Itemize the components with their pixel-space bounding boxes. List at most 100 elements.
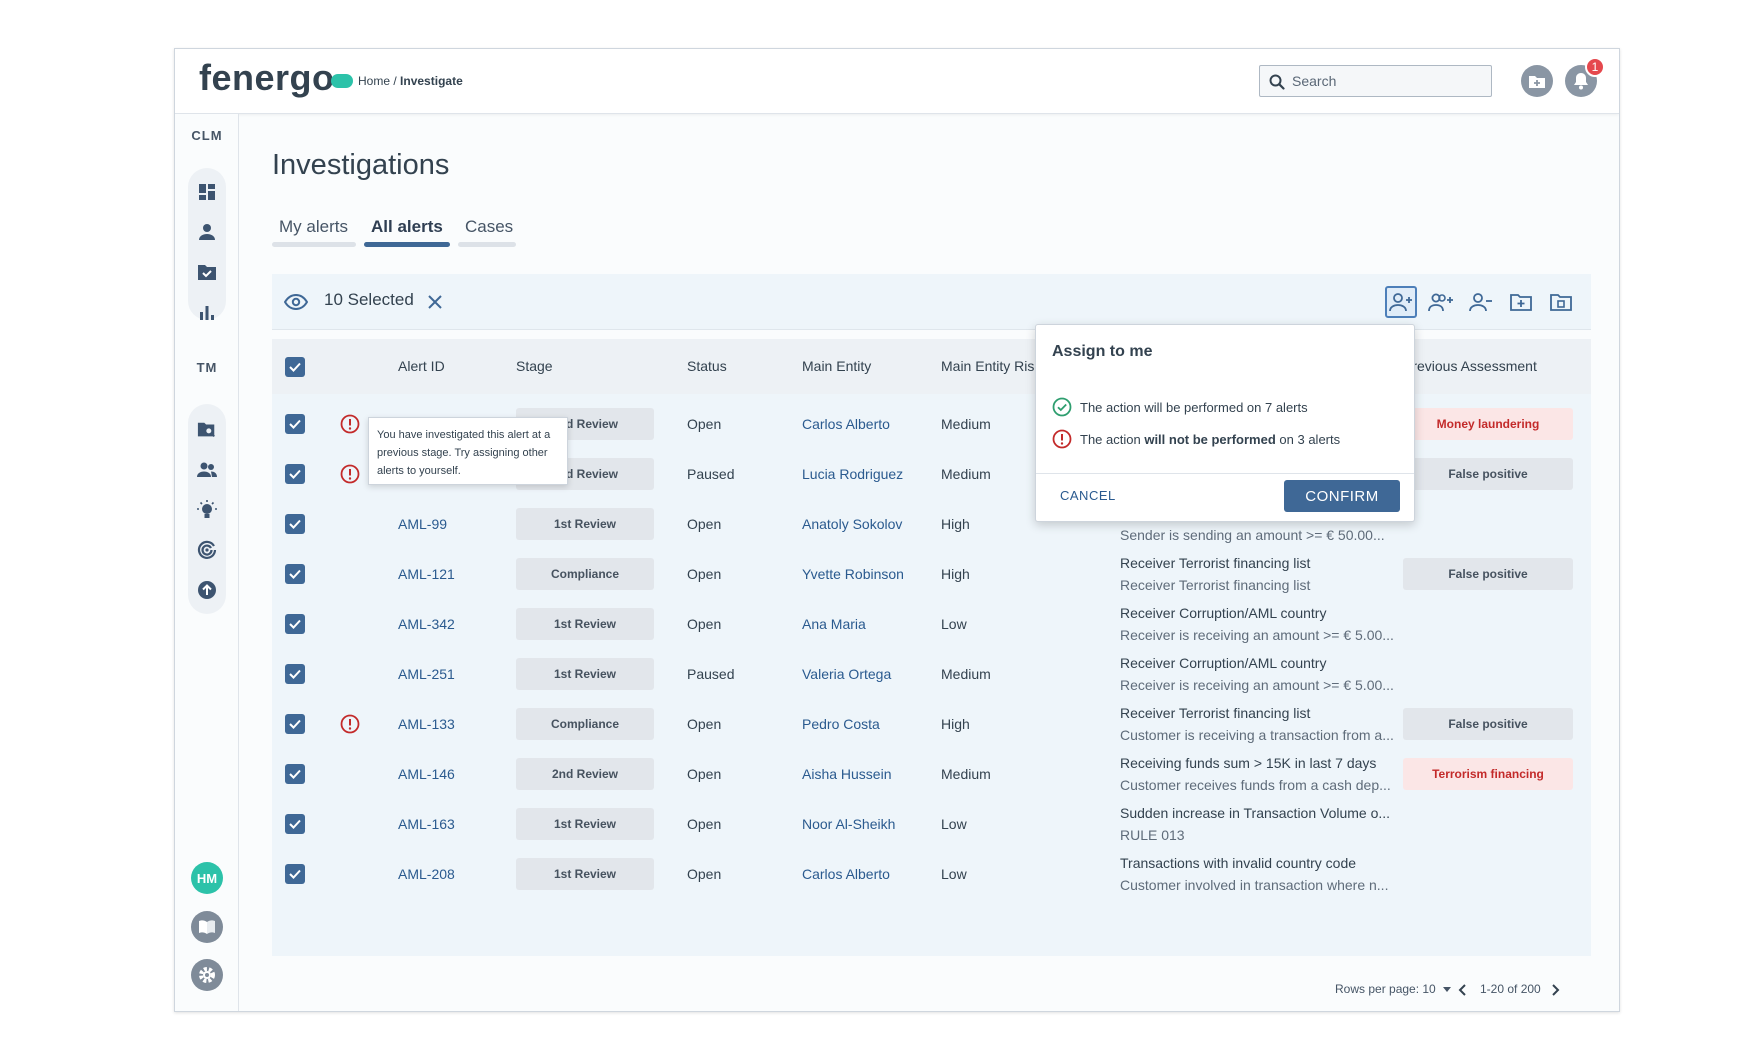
- row-checkbox[interactable]: [285, 514, 305, 534]
- add-to-case-button[interactable]: [1545, 286, 1577, 318]
- cancel-button[interactable]: CANCEL: [1060, 488, 1116, 503]
- breadcrumb-home[interactable]: Home: [358, 74, 390, 88]
- check-icon: [289, 469, 301, 479]
- error-circle-icon: [1052, 429, 1072, 449]
- help-book-button[interactable]: [191, 911, 223, 943]
- check-icon: [289, 519, 301, 529]
- unassign-button[interactable]: [1465, 286, 1497, 318]
- main-entity-link[interactable]: Noor Al-Sheikh: [802, 816, 895, 832]
- user-avatar[interactable]: HM: [191, 862, 223, 894]
- column-header-main-entity-risk[interactable]: Main Entity Ris: [941, 358, 1034, 374]
- lightbulb-icon[interactable]: [197, 500, 217, 520]
- status-text: Paused: [687, 466, 735, 482]
- confirm-button[interactable]: CONFIRM: [1284, 480, 1400, 512]
- alert-id-link[interactable]: AML-121: [398, 566, 455, 582]
- fenergo-logo[interactable]: fenergo: [199, 57, 353, 99]
- row-checkbox[interactable]: [285, 764, 305, 784]
- folder-add-icon: [1510, 294, 1532, 311]
- warning-icon[interactable]: [340, 414, 360, 434]
- sidebar: CLM TM HM: [175, 114, 239, 1011]
- notifications-button[interactable]: 1: [1565, 57, 1605, 97]
- alert-id-link[interactable]: AML-251: [398, 666, 455, 682]
- row-checkbox[interactable]: [285, 464, 305, 484]
- main-entity-link[interactable]: Anatoly Sokolov: [802, 516, 902, 532]
- scenario-description: Receiver Terrorist financing list: [1120, 577, 1311, 593]
- alert-id-link[interactable]: AML-133: [398, 716, 455, 732]
- table-row[interactable]: AML-163 1st Review Open Noor Al-Sheikh Low Su…: [272, 799, 1591, 855]
- assign-to-me-button[interactable]: [1385, 286, 1417, 318]
- row-checkbox[interactable]: [285, 814, 305, 834]
- main-entity-link[interactable]: Valeria Ortega: [802, 666, 891, 682]
- table-row[interactable]: AML-133 Compliance Open Pedro Costa High Rece…: [272, 699, 1591, 755]
- tab-all-alerts-indicator: [364, 242, 450, 247]
- scenario-title: Receiver Corruption/AML country: [1120, 605, 1327, 621]
- table-row[interactable]: AML-208 1st Review Open Carlos Alberto Low Tr…: [272, 849, 1591, 905]
- row-checkbox[interactable]: [285, 664, 305, 684]
- folder-search-icon[interactable]: [197, 420, 217, 440]
- table-row[interactable]: AML-342 1st Review Open Ana Maria Low Receive…: [272, 599, 1591, 655]
- investigated-tooltip: You have investigated this alert at a pr…: [368, 417, 568, 485]
- sidebar-section-clm: CLM: [191, 128, 223, 143]
- scenario-title: Receiver Terrorist financing list: [1120, 555, 1311, 571]
- bar-chart-icon[interactable]: [197, 302, 217, 322]
- row-checkbox[interactable]: [285, 614, 305, 634]
- main-entity-link[interactable]: Yvette Robinson: [802, 566, 904, 582]
- table-row[interactable]: AML-121 Compliance Open Yvette Robinson High…: [272, 549, 1591, 605]
- prev-page-chevron-icon[interactable]: [1458, 984, 1466, 996]
- tab-my-alerts[interactable]: My alerts: [279, 217, 348, 237]
- main-entity-link[interactable]: Lucia Rodriguez: [802, 466, 903, 482]
- clear-selection-close-icon[interactable]: [428, 295, 442, 309]
- folder-move-icon: [1550, 294, 1572, 311]
- check-circle-icon: [1052, 397, 1072, 417]
- upload-icon[interactable]: [197, 580, 217, 600]
- assign-to-user-button[interactable]: [1425, 286, 1457, 318]
- column-header-previous-assessment[interactable]: Previous Assessment: [1403, 358, 1537, 374]
- search-box[interactable]: [1259, 65, 1492, 97]
- scenario-title: Transactions with invalid country code: [1120, 855, 1357, 871]
- select-all-checkbox[interactable]: [285, 357, 305, 377]
- row-checkbox[interactable]: [285, 864, 305, 884]
- row-checkbox[interactable]: [285, 714, 305, 734]
- warning-icon[interactable]: [340, 464, 360, 484]
- main-entity-link[interactable]: Carlos Alberto: [802, 416, 890, 432]
- folder-check-icon[interactable]: [197, 262, 217, 282]
- main-entity-link[interactable]: Pedro Costa: [802, 716, 880, 732]
- selection-bar: 10 Selected: [272, 274, 1591, 330]
- alert-id-link[interactable]: AML-99: [398, 516, 447, 532]
- main-entity-link[interactable]: Aisha Hussein: [802, 766, 892, 782]
- breadcrumb-current: Investigate: [400, 74, 463, 88]
- column-header-main-entity[interactable]: Main Entity: [802, 358, 871, 374]
- eye-icon[interactable]: [284, 294, 308, 310]
- scenario-description: Customer receives funds from a cash dep.…: [1120, 777, 1391, 793]
- main-entity-link[interactable]: Ana Maria: [802, 616, 866, 632]
- main-entity-link[interactable]: Carlos Alberto: [802, 866, 890, 882]
- row-checkbox[interactable]: [285, 564, 305, 584]
- check-icon: [289, 719, 301, 729]
- alert-id-link[interactable]: AML-342: [398, 616, 455, 632]
- page-title: Investigations: [272, 149, 450, 181]
- alert-id-link[interactable]: AML-163: [398, 816, 455, 832]
- popover-fail-line: The action will not be performed on 3 al…: [1052, 429, 1340, 449]
- row-checkbox[interactable]: [285, 414, 305, 434]
- add-case-button[interactable]: [1521, 65, 1553, 97]
- users-icon[interactable]: [197, 460, 217, 480]
- column-header-alert-id[interactable]: Alert ID: [398, 358, 445, 374]
- tab-all-alerts[interactable]: All alerts: [371, 217, 443, 237]
- search-input[interactable]: [1292, 71, 1482, 91]
- warning-icon[interactable]: [340, 714, 360, 734]
- column-header-stage[interactable]: Stage: [516, 358, 553, 374]
- rows-per-page-select[interactable]: Rows per page: 10: [1335, 982, 1452, 996]
- next-page-chevron-icon[interactable]: [1552, 984, 1560, 996]
- alert-id-link[interactable]: AML-208: [398, 866, 455, 882]
- create-case-button[interactable]: [1505, 286, 1537, 318]
- target-icon[interactable]: [197, 540, 217, 560]
- column-header-status[interactable]: Status: [687, 358, 727, 374]
- alert-id-link[interactable]: AML-146: [398, 766, 455, 782]
- person-icon[interactable]: [197, 222, 217, 242]
- status-text: Open: [687, 566, 722, 582]
- settings-button[interactable]: [191, 959, 223, 991]
- tab-cases[interactable]: Cases: [465, 217, 513, 237]
- table-row[interactable]: AML-251 1st Review Paused Valeria Ortega Med…: [272, 649, 1591, 705]
- table-row[interactable]: AML-146 2nd Review Open Aisha Hussein Medium…: [272, 749, 1591, 805]
- dashboard-icon[interactable]: [197, 182, 217, 202]
